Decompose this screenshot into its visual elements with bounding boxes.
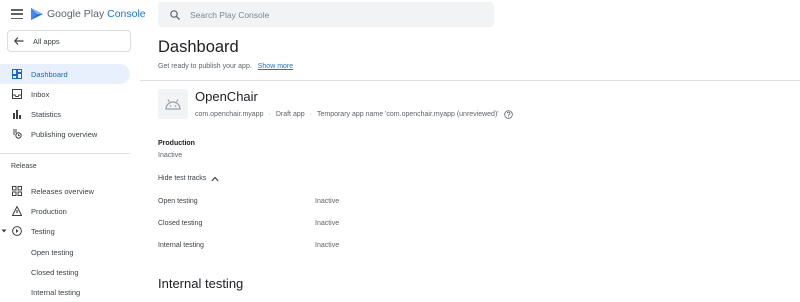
search-icon xyxy=(170,9,180,20)
separator-dot: · xyxy=(309,111,312,118)
test-track-name: Closed testing xyxy=(158,220,203,227)
sidebar-item-testing[interactable]: Testing xyxy=(0,221,130,241)
all-apps-button[interactable]: All apps xyxy=(7,30,131,52)
sidebar-section-release: Release xyxy=(11,163,37,170)
app-name: OpenChair xyxy=(195,89,258,104)
testing-icon xyxy=(12,226,22,236)
app-package: com.openchair.myapp xyxy=(195,111,264,118)
sidebar-item-inbox[interactable]: Inbox xyxy=(0,84,130,104)
app-meta: com.openchair.myapp · Draft app · Tempor… xyxy=(195,110,513,119)
test-track-status: Inactive xyxy=(315,220,340,227)
sidebar-item-statistics[interactable]: Statistics xyxy=(0,104,130,124)
sidebar-item-internal-testing[interactable]: Internal testing xyxy=(0,282,130,302)
test-track-row: Closed testing Inactive xyxy=(158,220,558,232)
internal-testing-heading: Internal testing xyxy=(158,276,244,291)
sidebar-item-label: Releases overview xyxy=(31,186,94,196)
brand-suffix: Console xyxy=(107,8,146,20)
sidebar-item-releases-overview[interactable]: Releases overview xyxy=(0,181,130,201)
search-input[interactable] xyxy=(190,9,470,20)
sidebar-item-label: Statistics xyxy=(31,109,62,119)
brand-title: Google Play Console xyxy=(47,8,146,20)
production-status: Inactive xyxy=(158,152,183,159)
sidebar: Google Play Console All apps Dashboard I… xyxy=(0,0,146,302)
sidebar-item-production[interactable]: Production xyxy=(0,201,130,221)
test-track-name: Internal testing xyxy=(158,242,204,249)
production-icon xyxy=(12,206,22,216)
sidebar-item-label: Internal testing xyxy=(31,287,81,297)
all-apps-label: All apps xyxy=(33,36,60,46)
play-console-logo xyxy=(31,8,43,20)
bar-chart-icon xyxy=(13,110,21,119)
sidebar-item-label: Production xyxy=(31,206,67,216)
app-icon xyxy=(158,89,188,119)
sidebar-item-label: Closed testing xyxy=(31,267,79,277)
android-icon xyxy=(165,99,181,110)
app-temp-name: Temporary app name 'com.openchair.myapp … xyxy=(316,111,499,118)
subtitle-text: Get ready to publish your app. xyxy=(158,63,252,70)
inbox-icon xyxy=(12,89,22,99)
arrow-back-icon xyxy=(14,37,26,45)
hide-test-tracks-label: Hide test tracks xyxy=(158,175,207,182)
sidebar-item-closed-testing[interactable]: Closed testing xyxy=(0,262,130,282)
sidebar-item-label: Testing xyxy=(31,226,55,236)
sidebar-item-dashboard[interactable]: Dashboard xyxy=(0,64,130,84)
separator-dot: · xyxy=(268,111,271,118)
test-track-name: Open testing xyxy=(158,198,198,205)
sidebar-item-open-testing[interactable]: Open testing xyxy=(0,242,130,262)
publishing-overview-icon xyxy=(13,129,22,139)
releases-overview-icon xyxy=(12,186,22,196)
hide-test-tracks-button[interactable]: Hide test tracks xyxy=(158,175,219,182)
header-divider xyxy=(140,80,800,81)
sidebar-divider xyxy=(0,153,130,154)
help-icon[interactable] xyxy=(503,110,513,119)
brand-prefix: Google Play xyxy=(47,8,105,20)
production-label: Production xyxy=(158,140,195,147)
search-bar[interactable] xyxy=(158,2,494,27)
page-subtitle: Get ready to publish your app. Show more xyxy=(158,63,293,70)
test-track-status: Inactive xyxy=(315,242,340,249)
menu-icon[interactable] xyxy=(11,9,23,20)
sidebar-item-label: Publishing overview xyxy=(31,129,98,139)
app-state: Draft app xyxy=(275,111,305,118)
sidebar-item-label: Inbox xyxy=(31,89,50,99)
chevron-up-icon xyxy=(211,176,219,181)
sidebar-item-label: Dashboard xyxy=(31,69,68,79)
test-track-status: Inactive xyxy=(315,198,340,205)
show-more-link[interactable]: Show more xyxy=(258,63,293,70)
sidebar-item-label: Open testing xyxy=(31,247,74,257)
test-track-row: Internal testing Inactive xyxy=(158,242,558,254)
page-title: Dashboard xyxy=(158,38,239,56)
sidebar-item-publishing-overview[interactable]: Publishing overview xyxy=(0,124,130,144)
test-track-row: Open testing Inactive xyxy=(158,198,558,210)
dashboard-icon xyxy=(12,69,22,79)
